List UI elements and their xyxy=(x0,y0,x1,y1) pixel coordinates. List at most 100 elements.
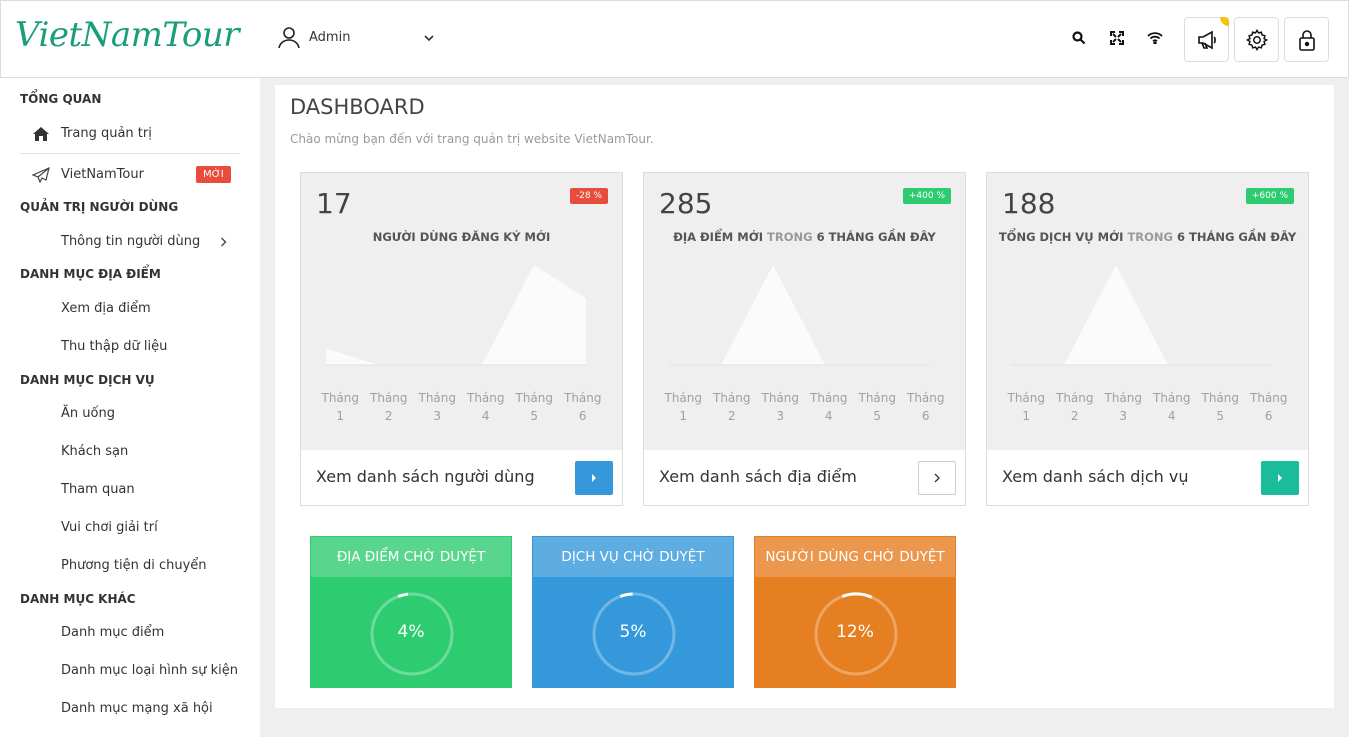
card-number: 188 xyxy=(1002,187,1056,220)
month-tick-label: Tháng 2 xyxy=(369,391,408,423)
month-tick-label: Tháng 2 xyxy=(1055,391,1094,423)
sidebar: TỔNG QUAN Trang quản trị VietNamTour MỚI… xyxy=(0,78,260,737)
sidebar-divider xyxy=(20,153,240,154)
sidebar-item-collect-data[interactable]: Thu thập dữ liệu xyxy=(61,339,167,354)
sidebar-item-hotel[interactable]: Khách sạn xyxy=(61,444,128,459)
section-services: DANH MỤC DỊCH VỤ xyxy=(20,373,155,387)
view-list-button[interactable] xyxy=(1261,461,1299,495)
page-title: DASHBOARD xyxy=(290,95,425,119)
pending-stat-value: 12% xyxy=(836,622,874,642)
sidebar-item-user-info[interactable]: Thông tin người dùng xyxy=(61,234,200,249)
fullscreen-icon[interactable] xyxy=(1110,31,1124,45)
pending-stat-box: NGƯỜI DÙNG CHỜ DUYỆT 12% xyxy=(754,536,956,688)
sidebar-item-transport[interactable]: Phương tiện di chuyển xyxy=(61,558,207,573)
area-series xyxy=(669,265,929,365)
section-others: DANH MỤC KHÁC xyxy=(20,592,136,606)
new-badge: MỚI xyxy=(196,166,231,183)
site-logo[interactable]: VietNamTour xyxy=(15,15,240,55)
pending-stat-value: 5% xyxy=(619,622,647,642)
card-chart-area: 285 +400 % ĐỊA ĐIỂM MỚI TRONG 6 THÁNG GẦ… xyxy=(644,173,965,450)
month-tick-label: Tháng 1 xyxy=(321,391,359,423)
settings-button[interactable] xyxy=(1234,17,1279,62)
user-icon xyxy=(278,27,300,49)
change-badge: -28 % xyxy=(569,188,608,204)
arrow-right-icon xyxy=(592,474,596,482)
sidebar-item-sightseeing[interactable]: Tham quan xyxy=(61,482,135,497)
card-number: 285 xyxy=(659,187,713,220)
chart-x-axis: Tháng 1 Tháng 2 Tháng 3 Tháng 4 Tháng 5 Tháng 6 xyxy=(1002,389,1302,425)
paper-plane-icon xyxy=(32,167,50,183)
sidebar-item-social-networks[interactable]: Danh mục mạng xã hội xyxy=(61,701,213,716)
card-title: TỔNG DỊCH VỤ MỚI TRONG 6 THÁNG GẦN ĐÂY xyxy=(998,230,1297,244)
area-chart xyxy=(1012,265,1272,366)
month-tick-label: Tháng 4 xyxy=(1152,391,1191,423)
section-user-management: QUẢN TRỊ NGƯỜI DÙNG xyxy=(20,200,179,214)
sidebar-item-entertainment[interactable]: Vui chơi giải trí xyxy=(61,520,158,535)
area-series xyxy=(326,265,586,365)
view-list-button[interactable] xyxy=(918,461,956,495)
top-header: VietNamTour Admin xyxy=(0,0,1349,78)
month-tick-label: Tháng 3 xyxy=(761,391,799,423)
card-title: NGƯỜI DÙNG ĐĂNG KÝ MỚI xyxy=(372,230,551,244)
notification-dot xyxy=(1220,17,1229,26)
sidebar-item-event-types[interactable]: Danh mục loại hình sự kiện xyxy=(61,663,238,678)
month-tick-label: Tháng 5 xyxy=(515,391,553,423)
chevron-right-icon[interactable] xyxy=(220,237,227,247)
pending-stat-label: DỊCH VỤ CHỜ DUYỆT xyxy=(533,537,733,577)
stat-card: 17 -28 % NGƯỜI DÙNG ĐĂNG KÝ MỚI Tháng 1 Th… xyxy=(300,172,623,506)
wifi-icon[interactable] xyxy=(1147,32,1163,44)
month-tick-label: Tháng 1 xyxy=(664,391,702,423)
gear-icon xyxy=(1245,28,1268,51)
arrow-right-icon xyxy=(934,473,940,483)
pending-stat-box: ĐỊA ĐIỂM CHỜ DUYỆT 4% xyxy=(310,536,512,688)
month-tick-label: Tháng 1 xyxy=(1007,391,1045,423)
area-chart xyxy=(326,265,586,366)
pending-stat-value: 4% xyxy=(397,622,425,642)
stat-card: 285 +400 % ĐỊA ĐIỂM MỚI TRONG 6 THÁNG GẦ… xyxy=(643,172,966,506)
month-tick-label: Tháng 4 xyxy=(466,391,505,423)
sidebar-item-vietnamtour[interactable]: VietNamTour xyxy=(61,167,144,182)
notifications-button[interactable] xyxy=(1184,17,1229,62)
chart-x-axis: Tháng 1 Tháng 2 Tháng 3 Tháng 4 Tháng 5 Tháng 6 xyxy=(659,389,959,425)
card-link[interactable]: Xem danh sách địa điểm xyxy=(659,467,857,486)
month-tick-label: Tháng 3 xyxy=(418,391,456,423)
chart-x-axis: Tháng 1 Tháng 2 Tháng 3 Tháng 4 Tháng 5 Tháng 6 xyxy=(316,389,616,425)
section-overview: TỔNG QUAN xyxy=(20,92,102,106)
month-tick-label: Tháng 4 xyxy=(809,391,848,423)
card-chart-area: 188 +600 % TỔNG DỊCH VỤ MỚI TRONG 6 THÁN… xyxy=(987,173,1308,450)
month-tick-label: Tháng 5 xyxy=(1201,391,1239,423)
month-tick-label: Tháng 2 xyxy=(712,391,751,423)
user-menu[interactable]: Admin xyxy=(277,25,350,49)
area-series xyxy=(1012,265,1272,365)
home-icon xyxy=(33,127,49,141)
card-number: 17 xyxy=(316,187,352,220)
card-chart-area: 17 -28 % NGƯỜI DÙNG ĐĂNG KÝ MỚI Tháng 1 Th… xyxy=(301,173,622,450)
stat-card: 188 +600 % TỔNG DỊCH VỤ MỚI TRONG 6 THÁN… xyxy=(986,172,1309,506)
month-tick-label: Tháng 6 xyxy=(1249,391,1288,423)
chevron-down-icon[interactable] xyxy=(423,33,435,43)
area-chart xyxy=(669,265,929,366)
lock-icon xyxy=(1298,29,1315,51)
pending-stat-label: ĐỊA ĐIỂM CHỜ DUYỆT xyxy=(311,537,511,577)
search-icon[interactable] xyxy=(1072,31,1086,45)
sidebar-item-admin-home[interactable]: Trang quản trị xyxy=(61,126,152,141)
month-tick-label: Tháng 3 xyxy=(1104,391,1142,423)
dashboard-panel: DASHBOARD Chào mừng bạn đến với trang qu… xyxy=(275,85,1334,708)
sidebar-item-point-categories[interactable]: Danh mục điểm xyxy=(61,625,164,640)
change-badge: +600 % xyxy=(1245,188,1294,204)
lock-button[interactable] xyxy=(1284,17,1329,62)
change-badge: +400 % xyxy=(902,188,951,204)
sidebar-item-view-places[interactable]: Xem địa điểm xyxy=(61,301,151,316)
month-tick-label: Tháng 6 xyxy=(906,391,945,423)
card-link[interactable]: Xem danh sách người dùng xyxy=(316,467,535,486)
view-list-button[interactable] xyxy=(575,461,613,495)
month-tick-label: Tháng 5 xyxy=(858,391,896,423)
megaphone-icon xyxy=(1197,30,1216,49)
pending-stat-box: DỊCH VỤ CHỜ DUYỆT 5% xyxy=(532,536,734,688)
arrow-right-icon xyxy=(1278,474,1282,482)
sidebar-item-food[interactable]: Ăn uống xyxy=(61,406,115,421)
card-title: ĐỊA ĐIỂM MỚI TRONG 6 THÁNG GẦN ĐÂY xyxy=(673,230,936,244)
pending-stat-label: NGƯỜI DÙNG CHỜ DUYỆT xyxy=(755,537,955,577)
welcome-text: Chào mừng bạn đến với trang quản trị web… xyxy=(290,132,654,146)
card-link[interactable]: Xem danh sách dịch vụ xyxy=(1002,467,1188,486)
